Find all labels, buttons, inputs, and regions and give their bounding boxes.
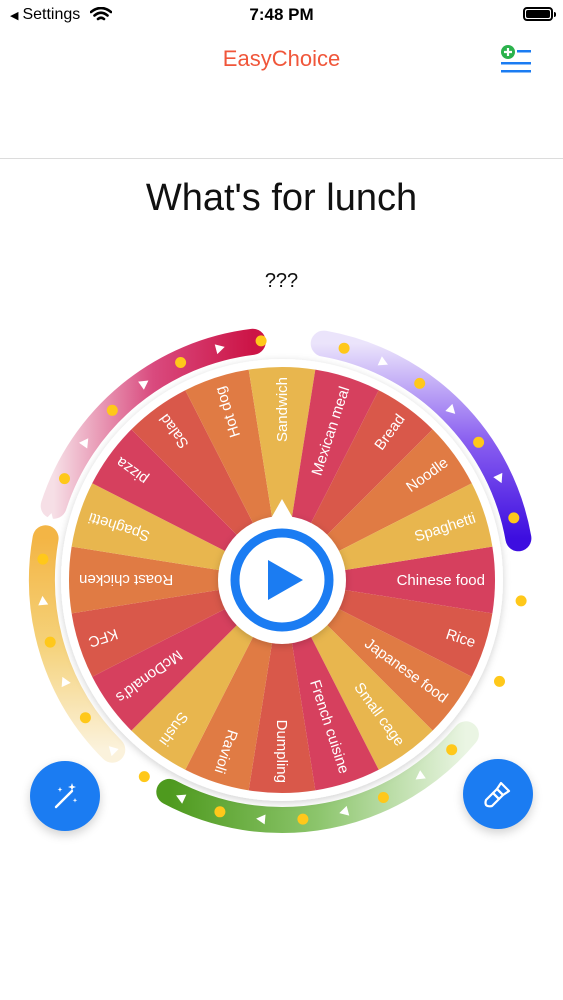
ring-dot (508, 512, 520, 524)
ring-dot (214, 806, 226, 818)
ring-dot (338, 342, 350, 354)
wheel[interactable]: Chinese foodRiceJapanese foodSmall cageF… (0, 0, 563, 1000)
wheel-item-label: Roast chicken (79, 571, 173, 588)
ring-arrow (475, 711, 485, 722)
wheel-item-label: Chinese food (397, 572, 485, 589)
ring-dot (59, 473, 70, 485)
ring-dot (297, 813, 309, 825)
ring-arrow (515, 554, 526, 565)
ring-dot (138, 771, 150, 783)
ring-arrow (510, 636, 520, 647)
wheel-item-label: Sandwich (274, 377, 291, 442)
ring-dot (106, 404, 118, 416)
wheel-item-label: Dumpling (273, 720, 290, 783)
ring-dot (175, 357, 187, 368)
paint-brush-button[interactable] (463, 759, 533, 829)
ring-dot (255, 335, 267, 347)
ring-dot (446, 744, 458, 756)
magic-wand-button[interactable] (30, 761, 100, 831)
paint-brush-icon (484, 781, 511, 808)
ring-arrow (298, 335, 308, 346)
ring-dot (515, 595, 527, 607)
ring-dot (473, 436, 485, 448)
ring-dot (377, 792, 389, 803)
magic-wand-icon (54, 783, 78, 809)
ring-dot (37, 553, 49, 565)
ring-dot (494, 675, 505, 687)
ring-dot (79, 712, 91, 724)
ring-dot (414, 377, 426, 389)
ring-dot (44, 636, 56, 648)
